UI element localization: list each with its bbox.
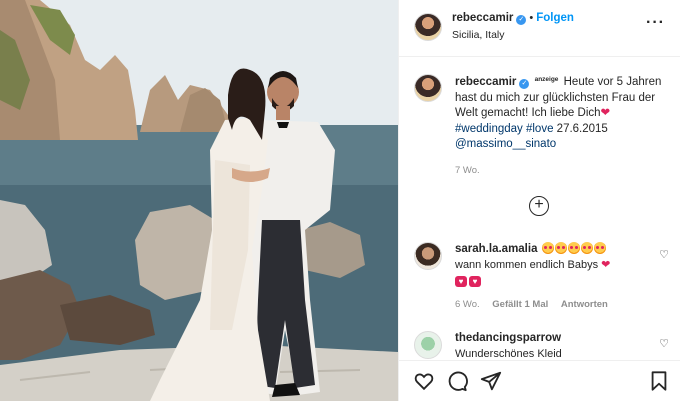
post-photo[interactable] (0, 0, 398, 401)
post-action-bar (399, 360, 680, 401)
comment-icon[interactable] (446, 370, 468, 392)
heart-emoji-icon: ❤ (600, 107, 611, 119)
more-options-icon[interactable]: ··· (646, 14, 665, 32)
caption-age: 7 Wo. (455, 165, 480, 176)
comment-body: Wunderschönes Kleid (455, 347, 562, 360)
verified-badge-icon: ✓ (519, 79, 530, 89)
heart-emoji-icon: ♥ (455, 276, 467, 287)
post-side-panel: rebeccamir ✓ • Folgen Sicilia, Italy ··· re… (398, 0, 680, 401)
heart-emoji-icon: ♥ (469, 276, 481, 287)
comment-avatar[interactable] (414, 331, 442, 359)
post-location[interactable]: Sicilia, Italy (452, 29, 505, 41)
comment-avatar[interactable] (414, 242, 442, 270)
comment-meta: 6 Wo. Gefällt 1 Mal Antworten (455, 299, 608, 310)
verified-badge-icon: ✓ (516, 15, 527, 25)
heart-emoji-icon: ❤ (601, 258, 611, 271)
caption-text: rebeccamir ✓ anzeige Heute vor 5 Jahren h… (455, 72, 670, 153)
sponsored-badge: anzeige (534, 76, 559, 83)
comment-username[interactable]: thedancingsparrow (455, 332, 561, 344)
follow-button[interactable]: Folgen (536, 12, 574, 24)
caption-mention[interactable]: @massimo__sinato (455, 138, 556, 150)
caption-username[interactable]: rebeccamir (455, 76, 516, 88)
heart-icon[interactable]: ♡ (659, 337, 669, 350)
heart-eyes-emoji-icon (593, 242, 606, 254)
author-avatar[interactable] (414, 13, 442, 41)
heart-eyes-emoji-icon (554, 242, 567, 254)
heart-eyes-emoji-icon (541, 242, 554, 254)
share-icon[interactable] (480, 370, 502, 392)
caption-date: 27.6.2015 (556, 122, 608, 135)
caption-avatar[interactable] (414, 74, 442, 102)
header-title-line: rebeccamir ✓ • Folgen (452, 12, 574, 25)
heart-icon[interactable] (413, 370, 435, 392)
heart-icon[interactable]: ♡ (659, 248, 669, 261)
separator-dot: • (529, 12, 534, 24)
comment-text-block: sarah.la.amalia wann kommen endlich Baby… (455, 242, 645, 289)
reply-button[interactable]: Antworten (561, 299, 608, 310)
wedding-photo-illustration (0, 0, 398, 401)
heart-eyes-emoji-icon (580, 242, 593, 254)
author-username[interactable]: rebeccamir (452, 12, 513, 24)
heart-eyes-emoji-icon (567, 242, 580, 254)
plus-circle-icon[interactable]: + (529, 196, 549, 216)
comment-body: wann kommen endlich Babys (455, 258, 599, 271)
comment-likes[interactable]: Gefällt 1 Mal (492, 299, 548, 310)
comment-text-block: thedancingsparrow Wunderschönes Kleid (455, 331, 645, 362)
caption-hashtags[interactable]: #weddingday #love (455, 123, 553, 135)
comment-age: 6 Wo. (455, 299, 480, 310)
post-header: rebeccamir ✓ • Folgen Sicilia, Italy ··· (399, 0, 680, 57)
bookmark-icon[interactable] (648, 370, 670, 392)
comment-username[interactable]: sarah.la.amalia (455, 243, 537, 255)
